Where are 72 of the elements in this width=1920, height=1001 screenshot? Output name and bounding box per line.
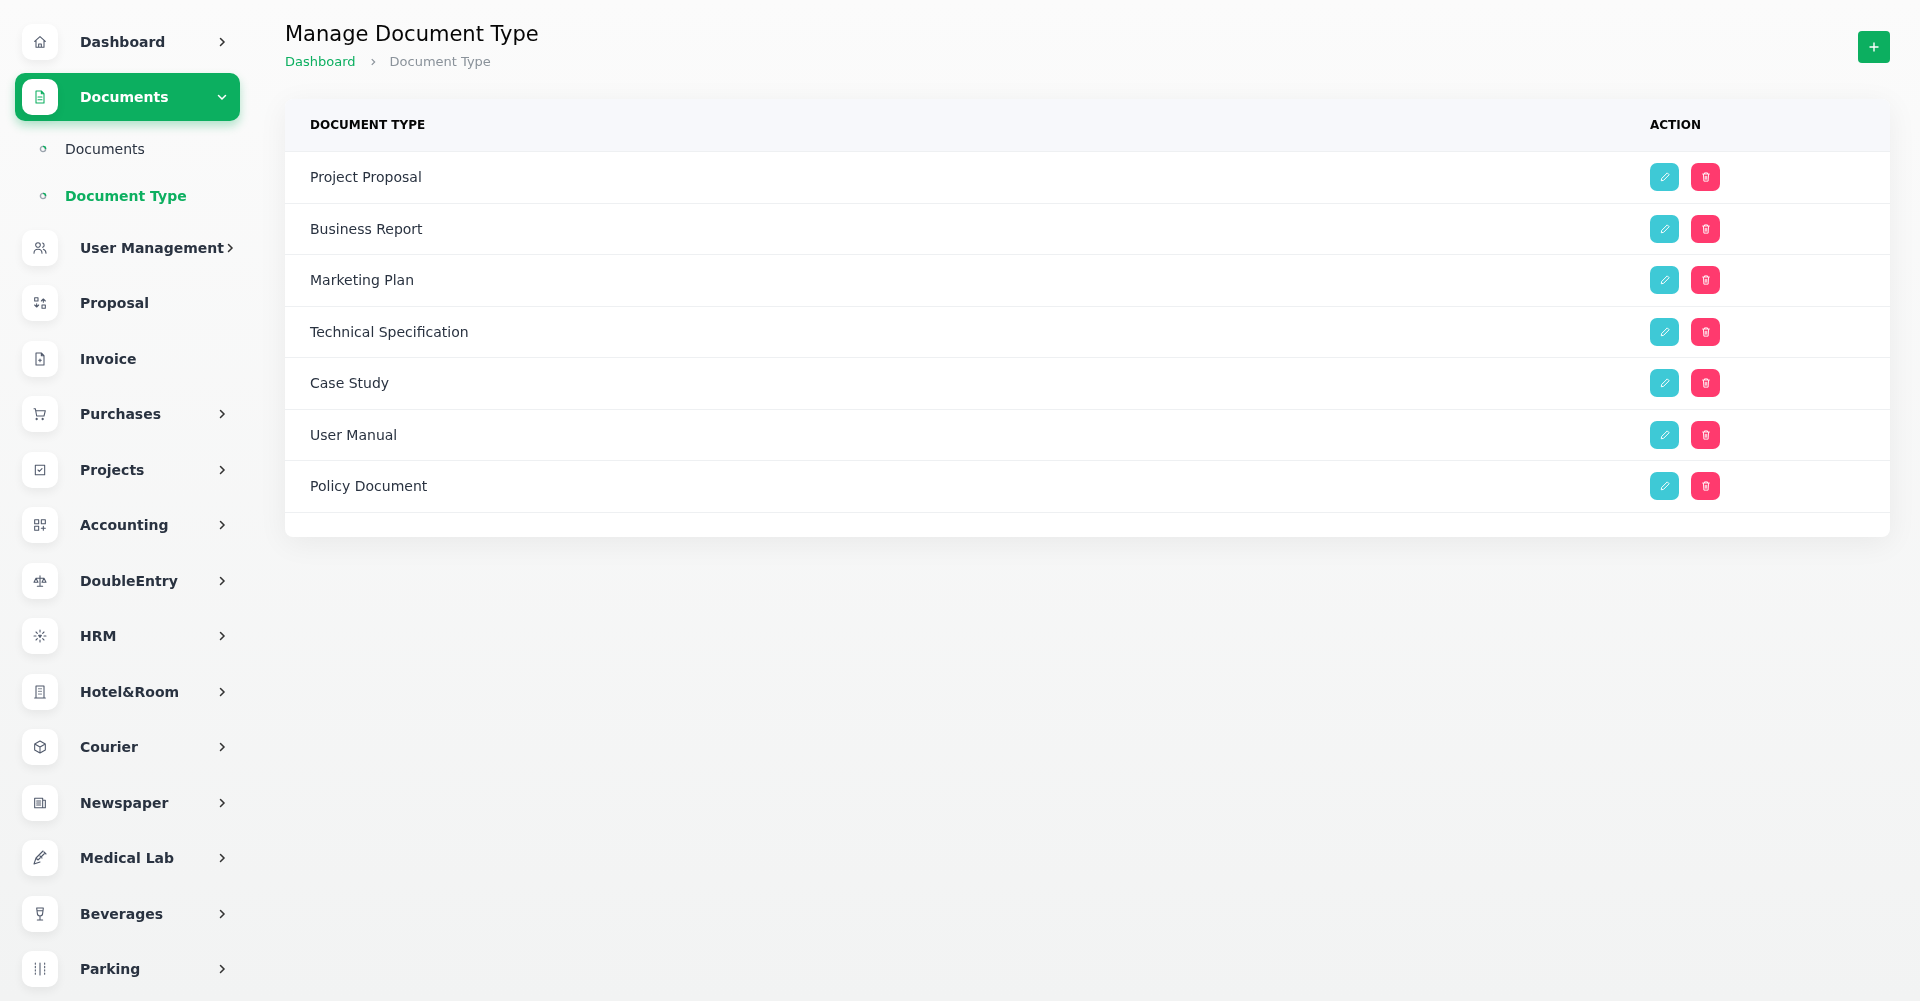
pencil-icon	[1658, 222, 1671, 235]
menu-item-icon	[32, 517, 48, 534]
sidebar-item[interactable]: HRM	[15, 612, 240, 660]
delete-button[interactable]	[1691, 369, 1720, 398]
edit-button[interactable]	[1650, 214, 1679, 243]
column-header: DOCUMENT TYPE	[309, 118, 427, 132]
sidebar-item[interactable]: Courier	[15, 723, 240, 771]
trash-icon	[1699, 171, 1712, 184]
trash-icon	[1699, 325, 1712, 338]
menu-item-icon	[32, 295, 48, 312]
sidebar-item[interactable]: Proposal	[15, 279, 240, 328]
edit-button[interactable]	[1650, 266, 1679, 295]
circle-icon	[39, 144, 47, 153]
table-cell-text: Project Proposal	[309, 169, 423, 186]
sidebar-item[interactable]: Accounting	[15, 501, 240, 550]
page-title: Manage Document Type	[285, 22, 539, 46]
menu-item-icon	[32, 239, 48, 256]
menu-item-icon	[32, 406, 48, 423]
sidebar-item[interactable]: Parking	[15, 945, 240, 993]
trash-icon	[1699, 274, 1712, 287]
edit-button[interactable]	[1650, 369, 1679, 398]
menu-item-icon	[32, 683, 48, 700]
pencil-icon	[1658, 274, 1671, 287]
menu-item-icon	[32, 33, 48, 50]
pencil-icon	[1658, 377, 1671, 390]
table-cell-text: Policy Document	[309, 478, 429, 495]
trash-icon	[1699, 428, 1712, 441]
add-button[interactable]	[1858, 31, 1890, 63]
delete-button[interactable]	[1691, 163, 1720, 192]
submenu-item[interactable]: Documents	[15, 128, 240, 169]
table-cell-text: Marketing Plan	[309, 272, 415, 289]
sidebar-item[interactable]: Newspaper	[15, 778, 240, 827]
sidebar-item[interactable]: Dashboard	[15, 18, 240, 66]
menu-item-icon	[32, 89, 48, 106]
sidebar-item[interactable]: Medical Lab	[15, 834, 240, 882]
sidebar-item[interactable]: Purchases	[15, 390, 240, 439]
edit-button[interactable]	[1650, 163, 1679, 192]
trash-icon	[1699, 480, 1712, 493]
menu-item-icon	[32, 739, 48, 756]
sidebar-item[interactable]: Beverages	[15, 889, 240, 938]
table-cell-text: Case Study	[309, 375, 391, 392]
sidebar-item[interactable]: User Management	[15, 224, 240, 272]
sidebar-item[interactable]: DoubleEntry	[15, 557, 240, 605]
delete-button[interactable]	[1691, 420, 1720, 449]
table-cell-text: Business Report	[309, 220, 424, 237]
plus-icon	[1868, 41, 1880, 53]
pencil-icon	[1658, 428, 1671, 441]
delete-button[interactable]	[1691, 317, 1720, 346]
column-header: ACTION	[1650, 118, 1701, 132]
pencil-icon	[1658, 325, 1671, 338]
pencil-icon	[1658, 171, 1671, 184]
breadcrumb-current: Document Type	[389, 54, 491, 69]
sidebar-item[interactable]: Hotel&Room	[15, 668, 240, 716]
delete-button[interactable]	[1691, 472, 1720, 501]
table-cell-text: User Manual	[309, 426, 399, 443]
delete-button[interactable]	[1691, 266, 1720, 295]
edit-button[interactable]	[1650, 317, 1679, 346]
sidebar-item[interactable]: Projects	[15, 446, 240, 494]
menu-item-icon	[32, 350, 48, 367]
sidebar-item[interactable]: Invoice	[15, 335, 240, 383]
menu-item-icon	[32, 572, 48, 589]
menu-item-icon	[32, 850, 48, 867]
menu-item-icon	[32, 628, 48, 645]
circle-icon	[39, 192, 47, 201]
delete-button[interactable]	[1691, 214, 1720, 243]
menu-item-icon	[32, 961, 48, 978]
pencil-icon	[1658, 480, 1671, 493]
trash-icon	[1699, 222, 1712, 235]
edit-button[interactable]	[1650, 472, 1679, 501]
edit-button[interactable]	[1650, 420, 1679, 449]
table-cell-text: Technical Specification	[309, 323, 470, 340]
trash-icon	[1699, 377, 1712, 390]
